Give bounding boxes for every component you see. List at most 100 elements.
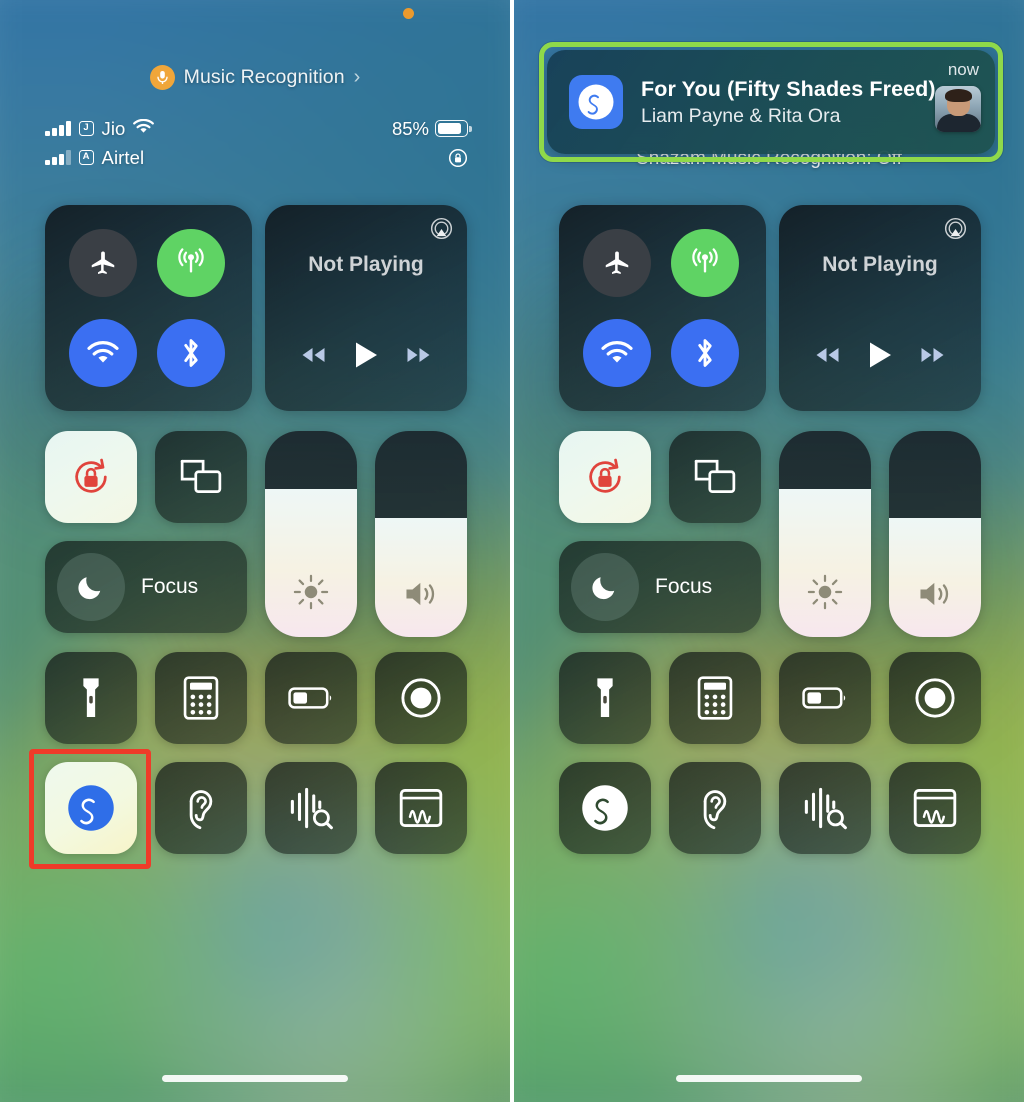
focus-icon-circle — [571, 553, 639, 621]
ear-icon — [703, 790, 727, 830]
battery-icon — [435, 120, 472, 137]
left-phone-screen: Music Recognition › J Jio A Airtel 85% N… — [0, 0, 510, 1102]
brightness-slider[interactable] — [779, 431, 871, 637]
rewind-icon[interactable] — [300, 346, 327, 369]
brightness-slider[interactable] — [265, 431, 357, 637]
microphone-icon — [149, 65, 175, 90]
wifi-icon — [87, 341, 119, 363]
rotation-lock-icon — [75, 458, 107, 493]
media-transport-controls — [265, 340, 467, 375]
airplay-icon[interactable] — [944, 217, 967, 245]
low-power-mode-toggle[interactable] — [265, 652, 357, 744]
focus-toggle[interactable]: Focus — [45, 541, 247, 633]
music-recognition-indicator[interactable]: Music Recognition › — [0, 65, 510, 90]
right-phone-screen: Shazam Music Recognition: Off For You (F… — [514, 0, 1024, 1102]
play-icon[interactable] — [867, 340, 892, 375]
rotation-lock-toggle[interactable] — [559, 431, 651, 523]
home-indicator[interactable] — [162, 1075, 348, 1082]
low-power-mode-toggle[interactable] — [779, 652, 871, 744]
media-playback-tile[interactable]: Not Playing — [779, 205, 981, 411]
wifi-toggle[interactable] — [583, 319, 651, 387]
status-bar-right: 85% — [391, 114, 472, 172]
signal-bars-sim1 — [45, 121, 71, 136]
sim2-carrier: Airtel — [101, 146, 145, 168]
sound-recognition-shortcut[interactable] — [779, 762, 871, 854]
connectivity-tile[interactable] — [45, 205, 252, 411]
cellular-data-toggle[interactable] — [671, 229, 739, 297]
fast-forward-icon[interactable] — [919, 346, 946, 369]
sound-recognition-shortcut[interactable] — [265, 762, 357, 854]
screen-recording-toggle[interactable] — [889, 652, 981, 744]
notes-shortcut[interactable] — [889, 762, 981, 854]
battery-percent: 85% — [391, 117, 429, 139]
rotation-lock-icon — [448, 148, 468, 167]
music-recognition-label: Music Recognition — [183, 66, 345, 88]
speaker-icon — [375, 577, 467, 611]
bluetooth-toggle[interactable] — [157, 319, 225, 387]
flashlight-toggle[interactable] — [559, 652, 651, 744]
rotation-lock-row — [392, 143, 468, 172]
battery-row: 85% — [391, 114, 472, 143]
ear-icon — [189, 790, 213, 830]
screen-recording-toggle[interactable] — [375, 652, 467, 744]
rotation-lock-toggle[interactable] — [45, 431, 137, 523]
airplane-mode-toggle[interactable] — [583, 229, 651, 297]
notes-markup-icon — [399, 788, 443, 828]
notification-highlight-box — [539, 42, 1003, 162]
focus-toggle[interactable]: Focus — [559, 541, 761, 633]
cellular-data-toggle[interactable] — [157, 229, 225, 297]
sound-recognition-icon — [804, 787, 847, 830]
connectivity-tile[interactable] — [559, 205, 766, 411]
screen-mirroring-toggle[interactable] — [669, 431, 761, 523]
airplane-icon — [91, 251, 115, 274]
battery-icon — [802, 687, 846, 709]
wifi-toggle[interactable] — [69, 319, 137, 387]
bluetooth-toggle[interactable] — [671, 319, 739, 387]
wifi-icon — [133, 118, 155, 139]
focus-label: Focus — [655, 575, 713, 598]
volume-slider[interactable] — [375, 431, 467, 637]
music-recognition-shortcut[interactable] — [559, 762, 651, 854]
media-title: Not Playing — [822, 253, 938, 276]
sim1-badge: J — [78, 121, 94, 136]
flashlight-icon — [83, 678, 99, 717]
status-bar-left: J Jio A Airtel — [45, 114, 155, 172]
sim2-badge: A — [78, 150, 94, 165]
screen-mirroring-icon — [694, 459, 736, 494]
volume-slider[interactable] — [889, 431, 981, 637]
media-transport-controls — [779, 340, 981, 375]
rewind-icon[interactable] — [814, 346, 841, 369]
speaker-icon — [889, 577, 981, 611]
chevron-right-icon: › — [353, 66, 361, 88]
calculator-icon — [697, 676, 733, 720]
brightness-fill — [265, 488, 357, 637]
rotation-lock-icon — [589, 458, 621, 493]
cellular-icon — [178, 248, 204, 273]
hearing-shortcut[interactable] — [155, 762, 247, 854]
airplane-mode-toggle[interactable] — [69, 229, 137, 297]
flashlight-icon — [597, 678, 613, 717]
screen-mirroring-toggle[interactable] — [155, 431, 247, 523]
shazam-highlight-box — [29, 749, 151, 869]
calculator-shortcut[interactable] — [155, 652, 247, 744]
screen-mirroring-icon — [180, 459, 222, 494]
shazam-icon — [582, 785, 628, 831]
sim1-carrier: Jio — [101, 117, 126, 139]
notes-markup-icon — [913, 788, 957, 828]
flashlight-toggle[interactable] — [45, 652, 137, 744]
fast-forward-icon[interactable] — [405, 346, 432, 369]
signal-bars-sim2 — [45, 150, 71, 165]
record-icon — [401, 678, 441, 718]
media-title: Not Playing — [308, 253, 424, 276]
notes-shortcut[interactable] — [375, 762, 467, 854]
focus-label: Focus — [141, 575, 199, 598]
hearing-shortcut[interactable] — [669, 762, 761, 854]
airplane-icon — [605, 251, 629, 274]
airplay-icon[interactable] — [430, 217, 453, 245]
home-indicator[interactable] — [676, 1075, 862, 1082]
calculator-shortcut[interactable] — [669, 652, 761, 744]
sim2-row: A Airtel — [45, 143, 154, 172]
play-icon[interactable] — [353, 340, 378, 375]
sound-recognition-icon — [290, 787, 333, 830]
media-playback-tile[interactable]: Not Playing — [265, 205, 467, 411]
